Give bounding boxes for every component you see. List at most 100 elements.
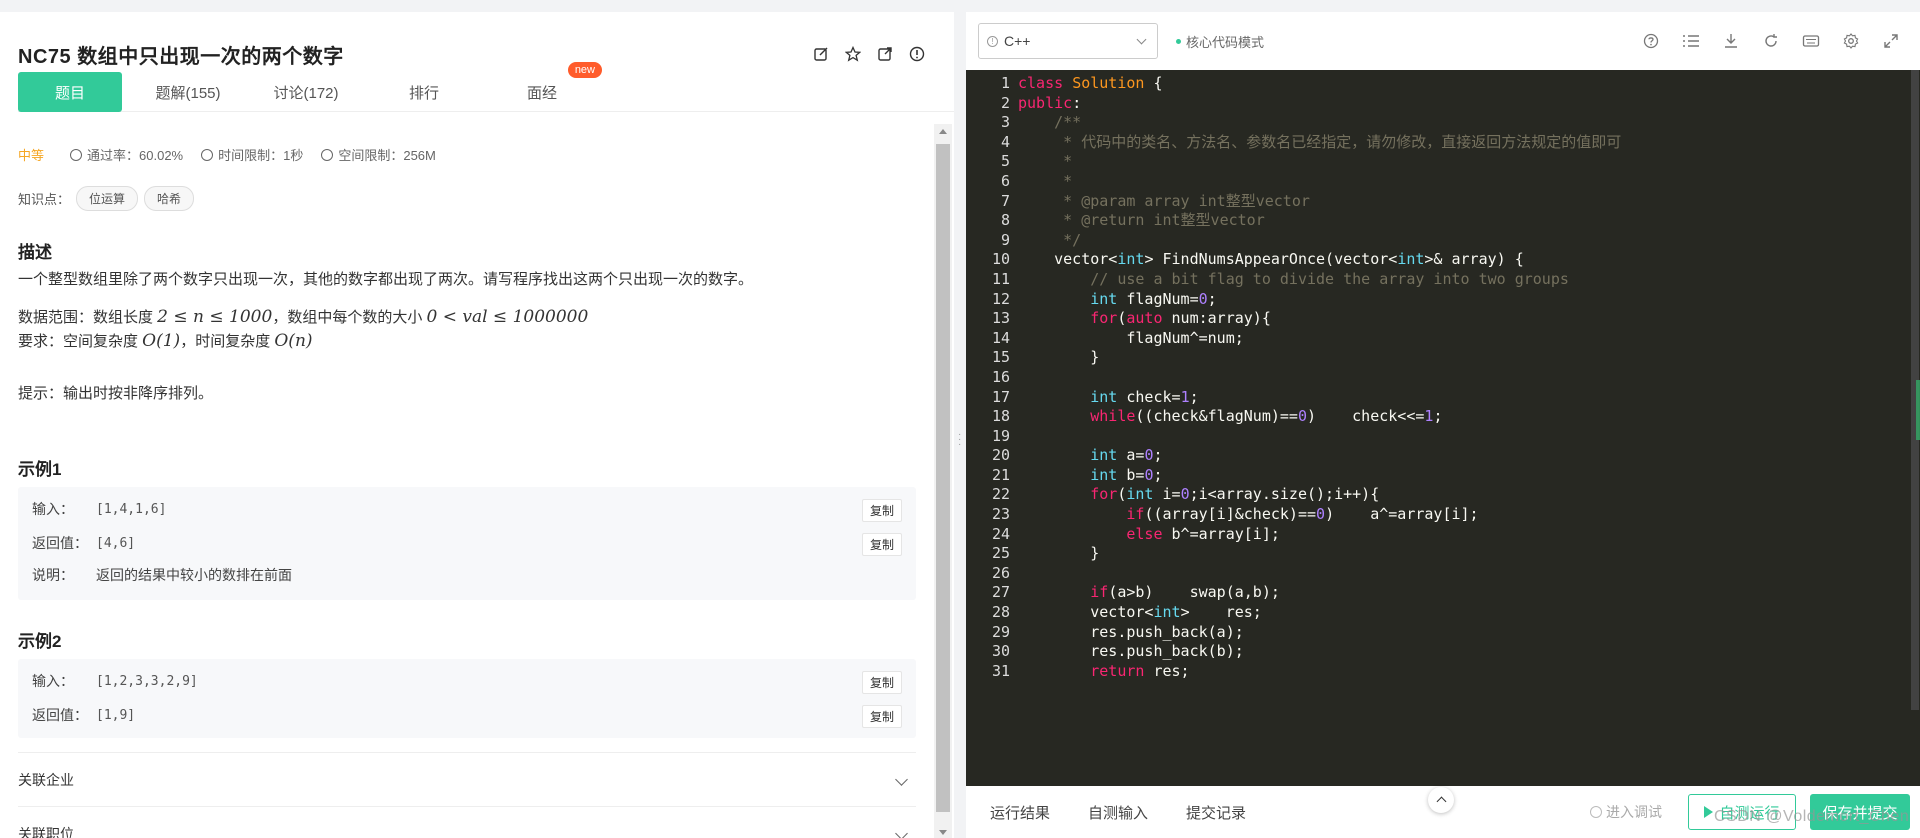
- line-text: int check=1;: [1090, 387, 1199, 406]
- tab-discussion[interactable]: 讨论(172): [254, 72, 358, 112]
- code-line[interactable]: 30 res.push_back(b);: [966, 642, 1906, 662]
- code-lines[interactable]: 1 class Solution {2 public: 3 /** 4 * 代码中的类名…: [966, 74, 1906, 681]
- line-number: 31: [991, 661, 1010, 680]
- line-text: else b^=array[i];: [1126, 524, 1280, 543]
- info-icon[interactable]: [908, 45, 926, 63]
- code-line[interactable]: 22 for(int i=0;i<array.size();i++){: [966, 485, 1906, 505]
- edit-icon[interactable]: [812, 45, 830, 63]
- line-text: public:: [1018, 93, 1082, 112]
- drag-handle-icon[interactable]: · · ·: [958, 430, 961, 450]
- code-line[interactable]: 7 * @param array int整型vector: [966, 192, 1906, 212]
- tab-run-result[interactable]: 运行结果: [990, 802, 1050, 823]
- code-line[interactable]: 16: [966, 368, 1906, 388]
- code-line[interactable]: 6 *: [966, 172, 1906, 192]
- code-line[interactable]: 8 * @return int整型vector: [966, 211, 1906, 231]
- code-line[interactable]: 13 for(auto num:array){: [966, 309, 1906, 329]
- left-scrollbar[interactable]: [934, 124, 952, 838]
- code-line[interactable]: 23 if((array[i]&check)==0) a^=array[i];: [966, 505, 1906, 525]
- scroll-up-icon[interactable]: [939, 129, 947, 134]
- settings-icon[interactable]: [1842, 32, 1860, 50]
- tab-label: 题解(155): [155, 84, 221, 102]
- code-line[interactable]: 24 else b^=array[i];: [966, 525, 1906, 545]
- code-line[interactable]: 19: [966, 427, 1906, 447]
- related-positions[interactable]: 关联职位: [18, 806, 916, 838]
- scroll-down-icon[interactable]: [939, 830, 947, 835]
- tab-custom-input[interactable]: 自测输入: [1088, 802, 1148, 823]
- line-text: if(a>b) swap(a,b);: [1090, 583, 1280, 602]
- code-line[interactable]: 14 flagNum^=num;: [966, 329, 1906, 349]
- panel-splitter[interactable]: · · ·: [954, 12, 966, 838]
- output-value: [1,9]: [96, 707, 136, 723]
- code-line[interactable]: 12 int flagNum=0;: [966, 290, 1906, 310]
- tab-interview[interactable]: 面经 new: [490, 62, 602, 112]
- line-number: 27: [991, 583, 1010, 602]
- copy-button[interactable]: 复制: [861, 533, 902, 556]
- related-companies[interactable]: 关联企业: [18, 752, 916, 806]
- language-select[interactable]: ! C++: [978, 23, 1158, 59]
- chevron-up-icon: [1436, 796, 1446, 807]
- keyboard-icon[interactable]: [1802, 32, 1820, 50]
- line-text: * 代码中的类名、方法名、参数名已经指定，请勿修改，直接返回方法规定的值即可: [1018, 132, 1622, 151]
- download-icon[interactable]: [1722, 32, 1740, 50]
- code-line[interactable]: 5 *: [966, 152, 1906, 172]
- line-number: 21: [991, 465, 1010, 484]
- code-line[interactable]: 4 * 代码中的类名、方法名、参数名已经指定，请勿修改，直接返回方法规定的值即可: [966, 133, 1906, 153]
- tab-submit-history[interactable]: 提交记录: [1186, 802, 1246, 823]
- code-line[interactable]: 10 vector<int> FindNumsAppearOnce(vector…: [966, 250, 1906, 270]
- code-line[interactable]: 2 public:: [966, 94, 1906, 114]
- code-line[interactable]: 1 class Solution {: [966, 74, 1906, 94]
- line-text: /**: [1018, 113, 1082, 132]
- code-line[interactable]: 9 */: [966, 231, 1906, 251]
- output-value: [4,6]: [96, 535, 136, 551]
- debug-button[interactable]: 进入调试: [1590, 802, 1662, 822]
- code-line[interactable]: 18 while((check&flagNum)==0) check<<=1;: [966, 407, 1906, 427]
- line-text: flagNum^=num;: [1018, 328, 1244, 347]
- code-editor[interactable]: 1 class Solution {2 public: 3 /** 4 * 代码中的类名…: [966, 70, 1920, 786]
- code-line[interactable]: 20 int a=0;: [966, 446, 1906, 466]
- editor-toolbar-icons: [1642, 32, 1900, 50]
- tab-solutions[interactable]: 题解(155): [136, 72, 240, 112]
- tab-ranking[interactable]: 排行: [372, 72, 476, 112]
- copy-button[interactable]: 复制: [861, 499, 902, 522]
- help-icon[interactable]: [1642, 32, 1660, 50]
- scroll-marker: [1916, 380, 1920, 440]
- line-number: 14: [991, 328, 1010, 347]
- list-icon[interactable]: [1682, 32, 1700, 50]
- req-math-2: O(n): [274, 331, 313, 351]
- example1-output: 返回值： [4,6]: [32, 533, 135, 553]
- code-line[interactable]: 17 int check=1;: [966, 388, 1906, 408]
- line-number: 17: [991, 387, 1010, 406]
- line-number: 22: [991, 485, 1010, 504]
- share-icon[interactable]: [876, 45, 894, 63]
- description-title: 描述: [18, 243, 52, 262]
- info-icon: !: [987, 35, 998, 47]
- scroll-thumb[interactable]: [936, 144, 950, 812]
- line-number: 25: [991, 544, 1010, 563]
- code-line[interactable]: 26: [966, 564, 1906, 584]
- tab-problem[interactable]: 题目: [18, 72, 122, 112]
- code-scrollbar[interactable]: [1908, 70, 1920, 786]
- collapse-panel-button[interactable]: [1428, 787, 1454, 813]
- code-line[interactable]: 21 int b=0;: [966, 466, 1906, 486]
- line-number: 24: [991, 524, 1010, 543]
- example1-input: 输入： [1,4,1,6]: [32, 499, 166, 519]
- new-badge: new: [567, 62, 602, 78]
- example2-output: 返回值： [1,9]: [32, 705, 135, 725]
- language-value: C++: [1004, 33, 1031, 49]
- complexity-requirement: 要求：空间复杂度 O(1)，时间复杂度 O(n): [18, 330, 313, 351]
- code-line[interactable]: 31 return res;: [966, 662, 1906, 682]
- copy-button[interactable]: 复制: [861, 671, 902, 694]
- code-line[interactable]: 29 res.push_back(a);: [966, 623, 1906, 643]
- code-line[interactable]: 28 vector<int> res;: [966, 603, 1906, 623]
- code-line[interactable]: 27 if(a>b) swap(a,b);: [966, 583, 1906, 603]
- code-line[interactable]: 15 }: [966, 348, 1906, 368]
- copy-button[interactable]: 复制: [861, 705, 902, 728]
- code-line[interactable]: 25 }: [966, 544, 1906, 564]
- line-text: return res;: [1090, 661, 1190, 680]
- code-line[interactable]: 3 /**: [966, 113, 1906, 133]
- refresh-icon[interactable]: [1762, 32, 1780, 50]
- star-icon[interactable]: [844, 45, 862, 63]
- code-line[interactable]: 11 // use a bit flag to divide the array…: [966, 270, 1906, 290]
- fullscreen-icon[interactable]: [1882, 32, 1900, 50]
- line-number: 10: [991, 250, 1010, 269]
